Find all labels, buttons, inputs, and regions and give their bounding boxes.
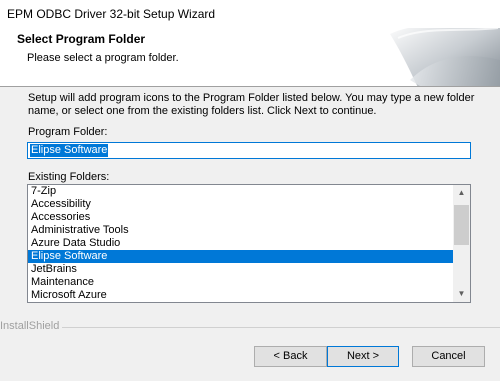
instructions-text: Setup will add program icons to the Prog… — [28, 92, 475, 117]
list-item[interactable]: Maintenance — [28, 276, 453, 289]
list-item[interactable]: Accessories — [28, 211, 453, 224]
list-item[interactable]: Elipse Software — [28, 250, 453, 263]
program-folder-value: Elipse Software — [30, 144, 109, 157]
scroll-down-icon[interactable]: ▼ — [453, 286, 470, 302]
list-item[interactable]: Microsoft Azure — [28, 289, 453, 302]
wizard-header: Select Program Folder Please select a pr… — [0, 28, 500, 87]
list-item[interactable]: Accessibility — [28, 198, 453, 211]
list-item[interactable]: JetBrains — [28, 263, 453, 276]
window-title: EPM ODBC Driver 32-bit Setup Wizard — [7, 7, 216, 21]
page-subtitle: Please select a program folder. — [27, 52, 179, 64]
title-bar: EPM ODBC Driver 32-bit Setup Wizard — [0, 0, 500, 28]
back-button[interactable]: < Back — [254, 346, 327, 367]
list-scrollbar[interactable]: ▲ ▼ — [453, 185, 470, 302]
installshield-brand: InstallShield — [0, 320, 60, 332]
program-folder-label: Program Folder: — [28, 126, 108, 138]
existing-folders-label: Existing Folders: — [28, 171, 110, 183]
cancel-button[interactable]: Cancel — [412, 346, 485, 367]
next-button[interactable]: Next > — [327, 346, 399, 367]
page-title: Select Program Folder — [17, 32, 146, 46]
wizard-graphic-icon — [390, 28, 500, 86]
existing-folders-list[interactable]: 7-Zip Accessibility Accessories Administrat… — [27, 184, 471, 303]
scroll-thumb[interactable] — [454, 205, 469, 245]
list-item[interactable]: Azure Data Studio — [28, 237, 453, 250]
list-item[interactable]: Administrative Tools — [28, 224, 453, 237]
scroll-up-icon[interactable]: ▲ — [453, 185, 470, 201]
program-folder-input[interactable]: Elipse Software — [27, 142, 471, 159]
brand-divider — [62, 327, 500, 328]
list-item[interactable]: 7-Zip — [28, 185, 453, 198]
folder-items: 7-Zip Accessibility Accessories Administrat… — [28, 185, 453, 302]
